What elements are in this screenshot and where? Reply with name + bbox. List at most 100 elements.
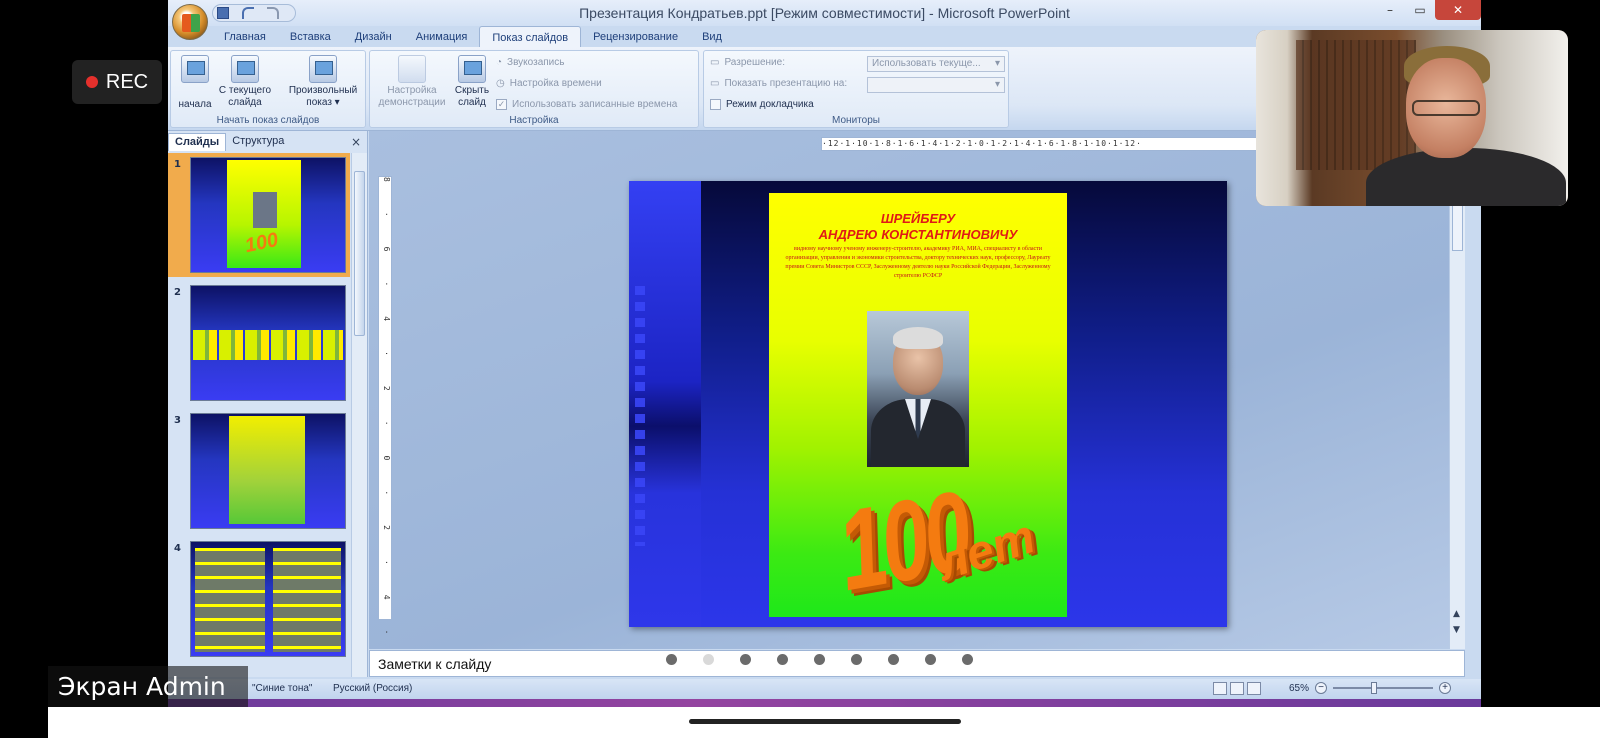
zoom-out-icon[interactable]: − [1315, 682, 1327, 694]
theme-name: "Синие тона" [252, 683, 313, 694]
video-person-glasses [1412, 100, 1480, 116]
use-timings-label: Использовать записанные времена [512, 99, 678, 110]
monitor-icon: ▭ [710, 57, 720, 68]
slide-thumbnail-3[interactable]: 3 [168, 409, 350, 533]
custom-show-button[interactable]: Произвольный показ ▾ [283, 55, 363, 109]
thumb-text-page [229, 416, 305, 524]
thumbnail-image [190, 413, 346, 529]
poster-title-line2: АНДРЕЮ КОНСТАНТИНОВИЧУ [818, 227, 1018, 242]
thumbnail-image [190, 285, 346, 401]
tab-animation[interactable]: Анимация [404, 26, 480, 48]
workspace-scrollbar[interactable]: ▲ ▼ [1449, 131, 1465, 649]
tab-slideshow[interactable]: Показ слайдов [479, 26, 582, 48]
portrait-photo [867, 311, 969, 467]
record-narration-button[interactable]: ◔ Звукозапись [496, 57, 564, 68]
custom-show-label: Произвольный [288, 85, 358, 96]
thumb-photos-right [273, 548, 341, 652]
page-dot[interactable] [851, 654, 862, 665]
slide-number: 2 [174, 287, 181, 298]
page-dot[interactable] [666, 654, 677, 665]
language-indicator[interactable]: Русский (Россия) [333, 683, 412, 694]
thumb-photos-left [195, 548, 265, 652]
participant-video[interactable] [1256, 30, 1568, 206]
scroll-thumb[interactable] [354, 171, 365, 336]
thumb-poster: 100 [227, 160, 301, 268]
slides-pane: Слайды Структура × 1 100 2 3 4 [168, 131, 368, 677]
hide-label: Скрыть [454, 85, 490, 96]
resolution-select[interactable]: Использовать текуще... ▾ [867, 56, 1005, 72]
page-dot[interactable] [814, 654, 825, 665]
slideshow-view-icon[interactable] [1247, 682, 1261, 695]
chevron-down-icon-2: ▾ [994, 79, 1000, 90]
office-button[interactable] [172, 4, 208, 40]
resolution-value: Использовать текуще... [872, 58, 981, 69]
microphone-icon: ◔ [496, 57, 503, 68]
poster-subtitle: видному научному ученому инженеру-строит… [785, 246, 1051, 279]
page-dot[interactable] [888, 654, 899, 665]
window-title: Презентация Кондратьев.ppt [Режим совмес… [579, 5, 1070, 21]
slideshow-icon [181, 55, 209, 83]
thumb-100-text: 100 [242, 228, 281, 258]
page-dot[interactable] [777, 654, 788, 665]
from-beginning-button[interactable]: начала [175, 55, 215, 111]
from-current-label-2: слайда [228, 97, 262, 108]
tab-view[interactable]: Вид [690, 26, 734, 48]
presenter-view-checkbox[interactable]: Режим докладчика [710, 99, 814, 110]
maximize-button[interactable]: ▭ [1405, 0, 1435, 20]
zoom-slider[interactable] [1333, 682, 1433, 694]
group-label-start: Начать показ слайдов [216, 115, 320, 126]
tab-slides[interactable]: Слайды [168, 133, 227, 151]
tab-home[interactable]: Главная [212, 26, 278, 48]
tab-outline[interactable]: Структура [226, 133, 290, 151]
photo-hair [893, 327, 943, 349]
poster-title: ШРЕЙБЕРУ АНДРЕЮ КОНСТАНТИНОВИЧУ [769, 211, 1067, 243]
slide-poster: ШРЕЙБЕРУ АНДРЕЮ КОНСТАНТИНОВИЧУ видному … [769, 193, 1067, 617]
slides-pane-scrollbar[interactable] [351, 153, 367, 677]
setup-show-button[interactable]: Настройка демонстрации [374, 55, 450, 109]
prev-slide-icon[interactable]: ▲ [1453, 609, 1460, 619]
slide-thumbnail-2[interactable]: 2 [168, 281, 350, 405]
show-on-select[interactable]: ▾ [867, 77, 1005, 93]
rehearse-timings-button[interactable]: ◷ Настройка времени [496, 78, 602, 89]
ribbon-tabs: Главная Вставка Дизайн Анимация Показ сл… [212, 26, 734, 48]
close-icon[interactable]: × [351, 135, 361, 149]
scroll-thumb[interactable] [1452, 201, 1463, 251]
next-slide-icon[interactable]: ▼ [1453, 625, 1460, 635]
slide-thumbnail-4[interactable]: 4 [168, 537, 350, 661]
page-dot[interactable] [740, 654, 751, 665]
hide-label-2: слайд [458, 97, 486, 108]
status-bar: "Синие тона" Русский (Россия) 65% − + [168, 679, 1481, 699]
zoom-in-icon[interactable]: + [1439, 682, 1451, 694]
hide-slide-button[interactable]: Скрыть слайд [452, 55, 492, 109]
from-current-button[interactable]: С текущего слайда [215, 55, 275, 109]
normal-view-icon[interactable] [1213, 682, 1227, 695]
zoom-level[interactable]: 65% [1289, 683, 1309, 694]
use-timings-checkbox[interactable]: ✓ Использовать записанные времена [496, 99, 677, 110]
show-on-label: Показать презентацию на: [724, 78, 848, 89]
slide-sorter-icon[interactable] [1230, 682, 1244, 695]
slide-thumbnail-1[interactable]: 1 100 [168, 153, 350, 277]
record-label: Звукозапись [507, 57, 565, 68]
tab-design[interactable]: Дизайн [343, 26, 404, 48]
video-cabinet [1296, 40, 1416, 170]
current-slide[interactable]: ШРЕЙБЕРУ АНДРЕЮ КОНСТАНТИНОВИЧУ видному … [629, 181, 1227, 627]
home-indicator[interactable] [689, 719, 961, 724]
close-button[interactable]: ✕ [1435, 0, 1481, 20]
slide-number: 3 [174, 415, 181, 426]
zoom-knob[interactable] [1371, 682, 1377, 694]
record-dot-icon [85, 76, 98, 88]
tab-review[interactable]: Рецензирование [581, 26, 690, 48]
pane-tabs: Слайды Структура [168, 133, 290, 151]
screen-share-root: Презентация Кондратьев.ppt [Режим совмес… [0, 0, 1600, 738]
recording-indicator: REC [72, 60, 162, 104]
page-dot[interactable] [703, 654, 714, 665]
page-dot[interactable] [962, 654, 973, 665]
minimize-button[interactable]: – [1375, 0, 1405, 20]
group-label-setup: Настройка [509, 115, 559, 126]
tab-insert[interactable]: Вставка [278, 26, 343, 48]
title-bar: Презентация Кондратьев.ppt [Режим совмес… [168, 0, 1481, 26]
slide-number: 1 [174, 159, 181, 170]
rec-label: REC [105, 70, 149, 93]
notes-placeholder: Заметки к слайду [378, 656, 492, 672]
page-dot[interactable] [925, 654, 936, 665]
